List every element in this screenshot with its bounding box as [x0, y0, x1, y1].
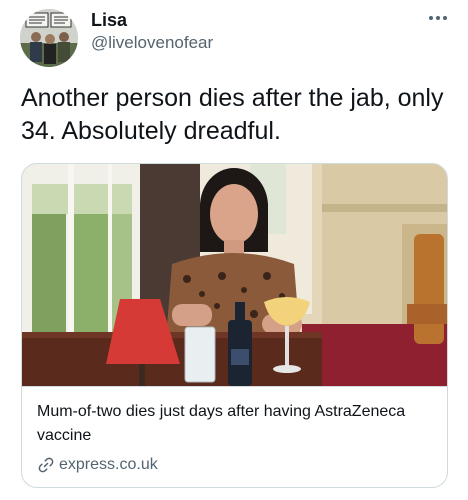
- author-name[interactable]: Lisa: [91, 10, 127, 31]
- avatar-image: [20, 9, 78, 67]
- tweet-text: Another person dies after the jab, only …: [21, 84, 444, 145]
- link-icon: [38, 457, 54, 473]
- card-image[interactable]: [22, 164, 447, 386]
- avatar[interactable]: [20, 9, 78, 67]
- card-domain-row[interactable]: express.co.uk: [37, 454, 158, 476]
- author-handle[interactable]: @livelovenofear: [91, 33, 213, 53]
- link-preview-card[interactable]: Mum-of-two dies just days after having A…: [21, 163, 448, 488]
- tweet-header: Lisa @livelovenofear: [0, 0, 468, 70]
- card-divider: [22, 386, 447, 387]
- more-horizontal-icon: [429, 16, 447, 20]
- card-title[interactable]: Mum-of-two dies just days after having A…: [37, 400, 437, 448]
- more-options-button[interactable]: [426, 8, 450, 28]
- card-domain: express.co.uk: [59, 456, 158, 473]
- card-photo: [22, 164, 447, 386]
